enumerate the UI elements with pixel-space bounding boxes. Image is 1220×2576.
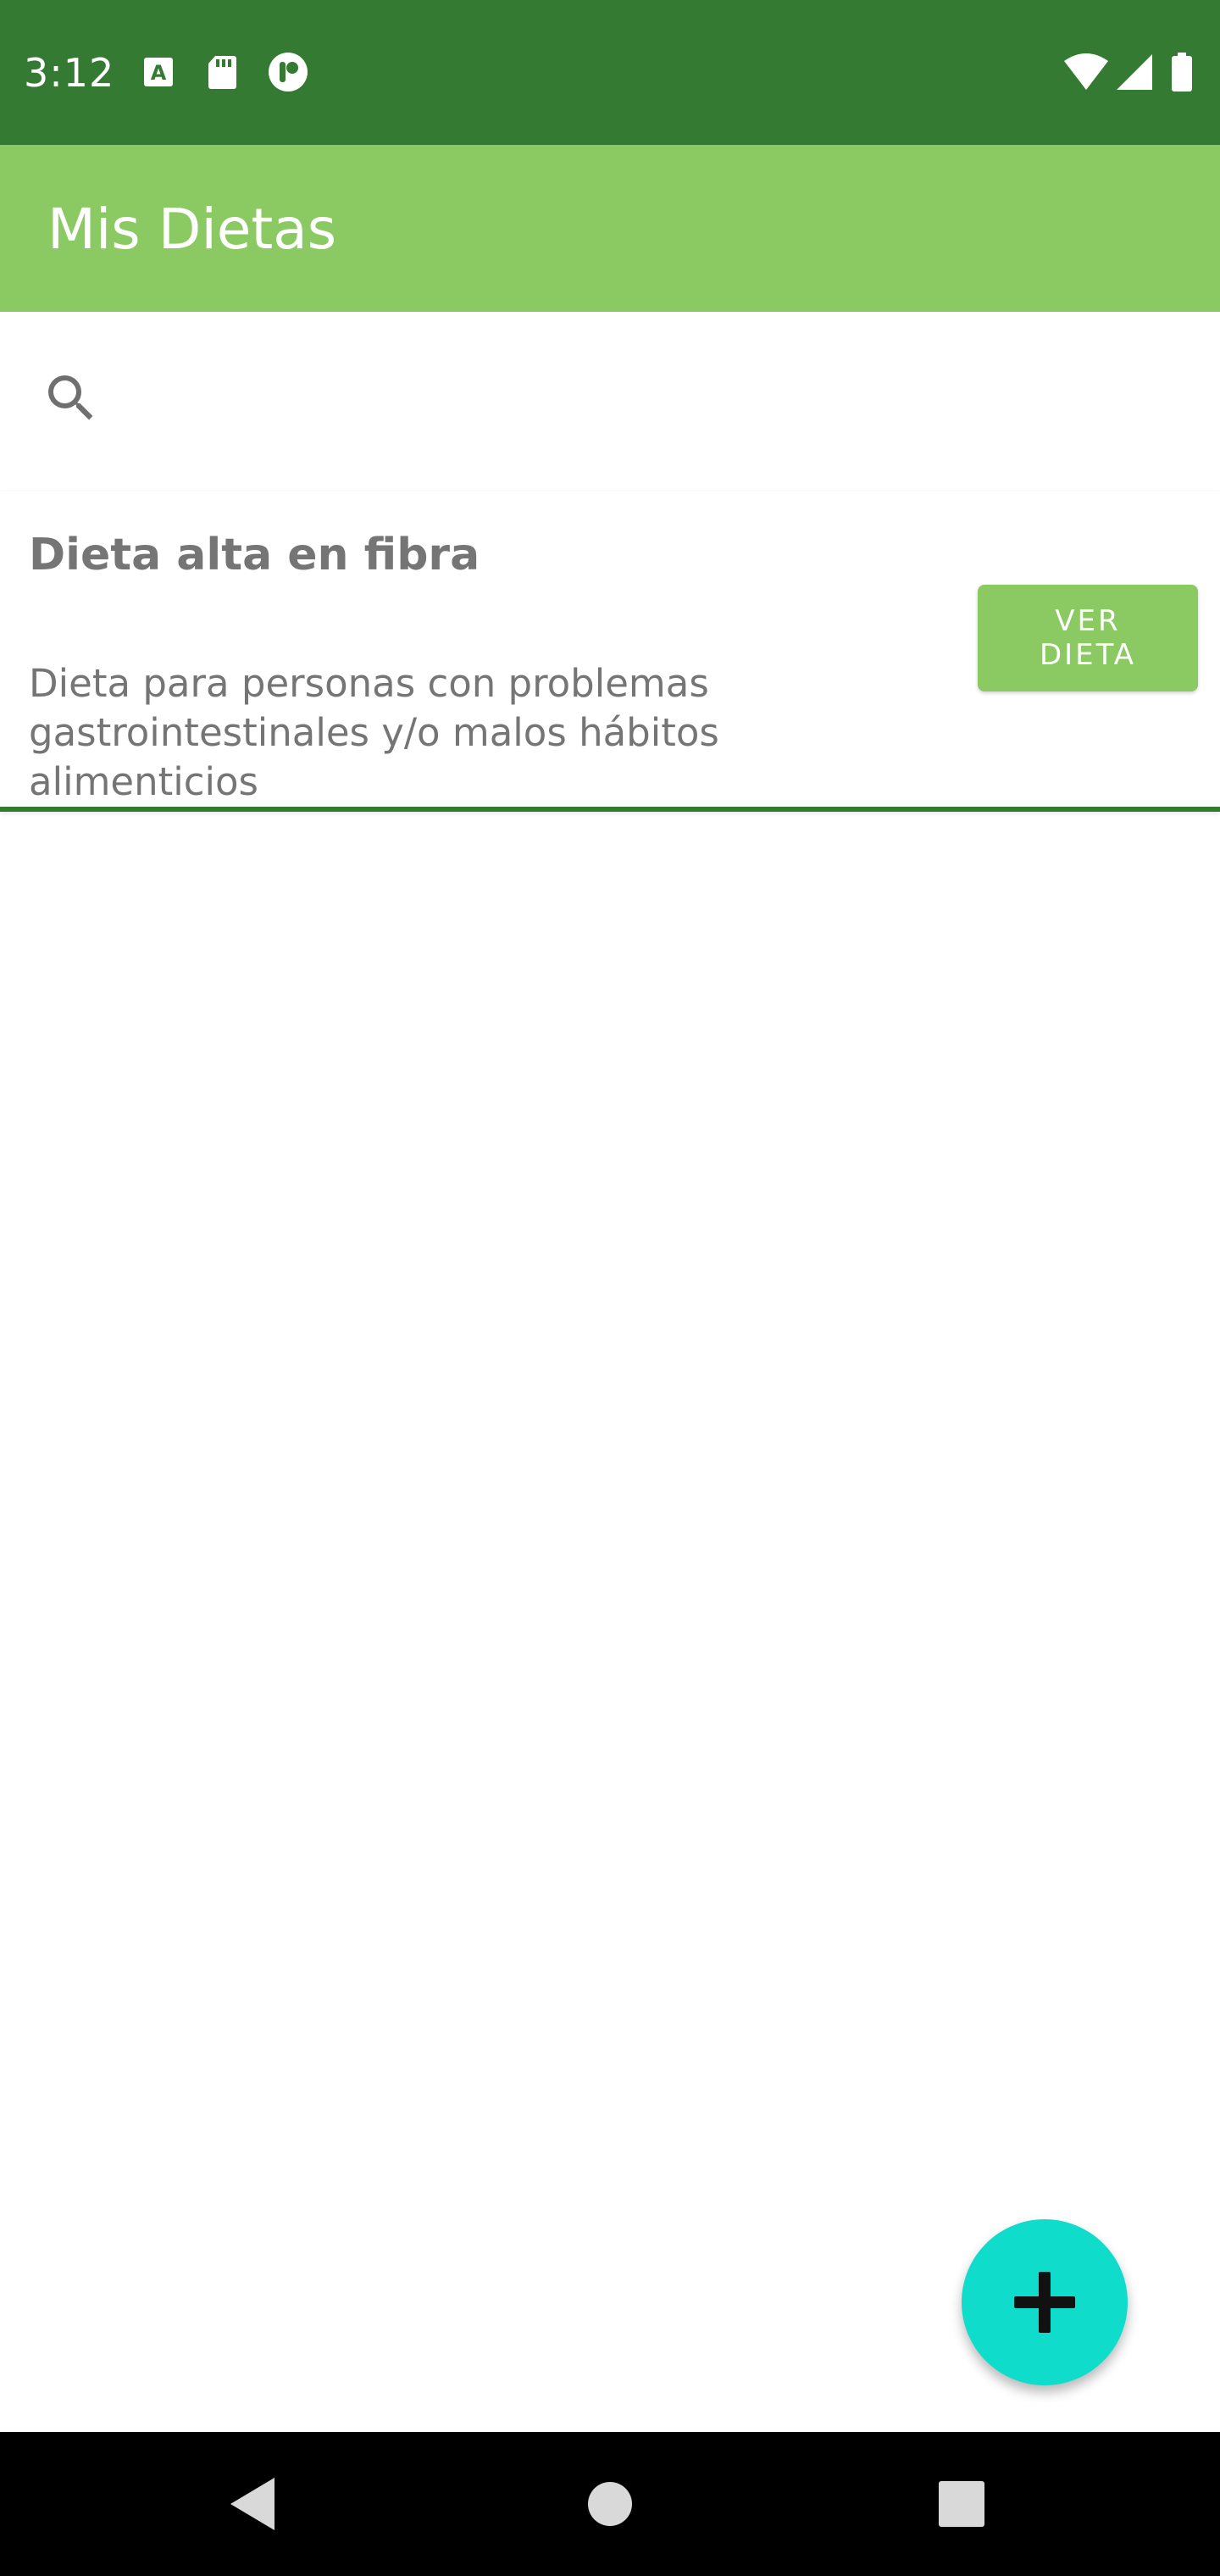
status-bar: 3:12 A <box>0 0 1220 145</box>
a-notification-icon: A <box>144 58 173 86</box>
recents-icon[interactable] <box>927 2469 996 2539</box>
app-title: Mis Dietas <box>47 197 337 262</box>
sd-card-icon <box>208 56 236 89</box>
navigation-bar <box>0 2432 1220 2576</box>
back-icon[interactable] <box>220 2469 290 2539</box>
tasks-icon <box>269 53 308 92</box>
status-time: 3:12 <box>24 50 115 96</box>
battery-icon <box>1172 53 1192 92</box>
diet-title: Dieta alta en fibra <box>29 530 480 580</box>
home-icon[interactable] <box>575 2469 645 2539</box>
search-bar[interactable] <box>0 312 1220 491</box>
diet-description: Dieta para personas con problemas gastro… <box>29 661 719 804</box>
app-bar: Mis Dietas <box>0 145 1220 312</box>
signal-icon <box>1117 54 1152 90</box>
add-diet-button[interactable] <box>962 2219 1128 2385</box>
plus-icon <box>1014 2272 1075 2333</box>
wifi-icon <box>1064 53 1108 90</box>
search-icon[interactable] <box>41 368 102 429</box>
view-diet-button[interactable]: VER DIETA <box>978 585 1198 691</box>
diet-card: Dieta alta en fibra Dieta para personas … <box>0 491 1220 812</box>
search-input[interactable] <box>127 359 1147 437</box>
svg-text:A: A <box>151 61 167 85</box>
